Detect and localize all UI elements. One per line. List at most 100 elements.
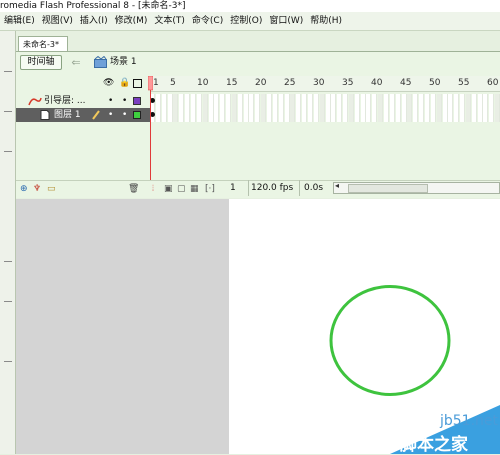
frame-cell[interactable] [460, 108, 466, 122]
frame-cell[interactable] [366, 108, 372, 122]
frame-row-layer[interactable] [150, 108, 500, 122]
frame-cell[interactable] [319, 94, 325, 108]
layer-row-selected[interactable]: 图层 1 • • [16, 108, 150, 122]
frame-cell[interactable] [366, 94, 372, 108]
frame-cell[interactable] [202, 108, 208, 122]
frame-cell[interactable] [495, 108, 500, 122]
frame-cell[interactable] [284, 94, 290, 108]
frame-cell[interactable] [471, 108, 477, 122]
frame-cell[interactable] [167, 108, 173, 122]
frame-cell[interactable] [360, 108, 366, 122]
frame-cell[interactable] [442, 94, 448, 108]
frame-cell[interactable] [436, 108, 442, 122]
menu-control[interactable]: 控制(O) [226, 12, 265, 30]
edit-multiple-icon[interactable]: ▦ [190, 182, 199, 196]
frame-cell[interactable] [471, 94, 477, 108]
add-guide-layer-icon[interactable]: ♆ [33, 182, 41, 196]
frame-cell[interactable] [302, 108, 308, 122]
frame-cell[interactable] [173, 108, 179, 122]
frame-cell[interactable] [243, 94, 249, 108]
layer-row-guide[interactable]: 引导层: ... • • [16, 94, 150, 108]
outline-icon[interactable] [133, 79, 142, 88]
frame-cell[interactable] [167, 94, 173, 108]
lock-icon[interactable]: 🔒 [119, 76, 130, 90]
frame-cell[interactable] [372, 94, 378, 108]
menu-insert[interactable]: 插入(I) [76, 12, 111, 30]
frame-cell[interactable] [243, 108, 249, 122]
menu-commands[interactable]: 命令(C) [188, 12, 226, 30]
menu-help[interactable]: 帮助(H) [306, 12, 345, 30]
menu-edit[interactable]: 编辑(E) [0, 12, 38, 30]
menu-modify[interactable]: 修改(M) [111, 12, 151, 30]
frame-cell[interactable] [430, 108, 436, 122]
frame-cell[interactable] [249, 108, 255, 122]
frame-cell[interactable] [290, 108, 296, 122]
menu-window[interactable]: 窗口(W) [265, 12, 306, 30]
frame-cell[interactable] [378, 94, 384, 108]
frame-cell[interactable] [284, 108, 290, 122]
frame-cell[interactable] [272, 94, 278, 108]
frame-cell[interactable] [442, 108, 448, 122]
frame-cell[interactable] [249, 94, 255, 108]
frame-cell[interactable] [413, 108, 419, 122]
center-frame-icon[interactable]: ⦙ [152, 182, 154, 196]
frame-cell[interactable] [155, 108, 161, 122]
frame-cell[interactable] [354, 94, 360, 108]
frame-cell[interactable] [348, 94, 354, 108]
frame-cell[interactable] [196, 94, 202, 108]
frame-cell[interactable] [489, 108, 495, 122]
frame-cell[interactable] [173, 94, 179, 108]
frame-cell[interactable] [389, 94, 395, 108]
frame-cell[interactable] [325, 108, 331, 122]
frame-cell[interactable] [226, 108, 232, 122]
frame-cell[interactable] [407, 94, 413, 108]
frame-cell[interactable] [190, 108, 196, 122]
frame-cell[interactable] [401, 94, 407, 108]
frame-cell[interactable] [337, 94, 343, 108]
onion-outline-icon[interactable]: ▢ [177, 182, 186, 196]
frame-cell[interactable] [389, 108, 395, 122]
frame-cell[interactable] [296, 94, 302, 108]
frame-cell[interactable] [348, 108, 354, 122]
frame-cell[interactable] [325, 94, 331, 108]
frame-cell[interactable] [407, 108, 413, 122]
frame-cell[interactable] [302, 94, 308, 108]
frame-cell[interactable] [214, 94, 220, 108]
frame-cell[interactable] [477, 108, 483, 122]
frame-cell[interactable] [331, 108, 337, 122]
frame-cell[interactable] [343, 108, 349, 122]
frame-cell[interactable] [278, 108, 284, 122]
scroll-left-arrow-icon[interactable]: ◂ [335, 181, 339, 190]
frame-cell[interactable] [261, 108, 267, 122]
scene-label[interactable]: 场景 1 [110, 55, 137, 70]
frame-cell[interactable] [395, 94, 401, 108]
frame-cell[interactable] [261, 94, 267, 108]
frame-cell[interactable] [231, 108, 237, 122]
insert-layer-icon[interactable]: ⊕ [20, 182, 28, 196]
frame-cell[interactable] [237, 108, 243, 122]
menu-view[interactable]: 视图(V) [38, 12, 76, 30]
playhead[interactable] [148, 76, 153, 180]
frame-cell[interactable] [465, 108, 471, 122]
frame-cell[interactable] [226, 94, 232, 108]
frame-cell[interactable] [489, 94, 495, 108]
frame-cell[interactable] [465, 94, 471, 108]
frame-cell[interactable] [419, 108, 425, 122]
frame-cell[interactable] [155, 94, 161, 108]
frame-cell[interactable] [448, 108, 454, 122]
frame-cell[interactable] [395, 108, 401, 122]
insert-folder-icon[interactable]: ▭ [47, 182, 56, 196]
visibility-dot[interactable]: • [108, 108, 113, 122]
frame-cell[interactable] [384, 94, 389, 108]
frame-cell[interactable] [313, 108, 319, 122]
frame-cell[interactable] [454, 94, 460, 108]
frame-cell[interactable] [460, 94, 466, 108]
frame-cell[interactable] [267, 94, 272, 108]
frame-cell[interactable] [454, 108, 460, 122]
frame-cell[interactable] [208, 94, 214, 108]
frame-cell[interactable] [401, 108, 407, 122]
eye-icon[interactable]: 👁 [103, 76, 114, 90]
frame-cell[interactable] [220, 108, 226, 122]
frame-cell[interactable] [331, 94, 337, 108]
frame-cell[interactable] [307, 108, 313, 122]
